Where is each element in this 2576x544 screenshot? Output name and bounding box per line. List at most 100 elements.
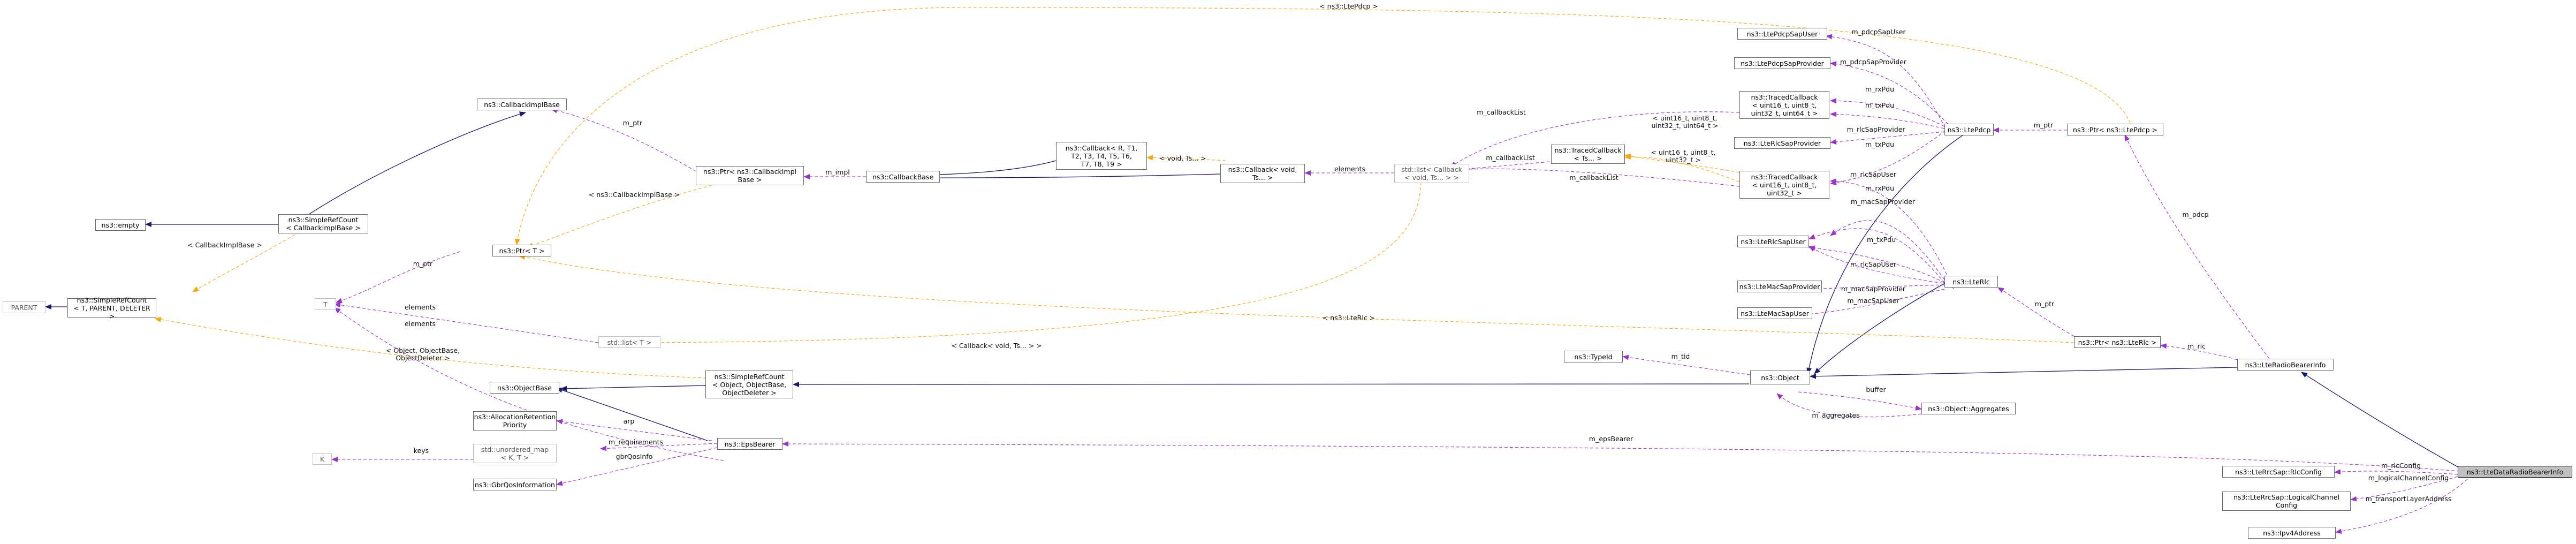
label-m-macsapprovider-1: m_macSapProvider <box>1850 198 1916 206</box>
node-simplerefcount-callbackimplbase[interactable]: ns3::SimpleRefCount < CallbackImplBase > <box>278 214 368 233</box>
collaboration-diagram: ns3::empty PARENT ns3::SimpleRefCount < … <box>0 0 2576 544</box>
label-m-rlcsapprovider: m_rlcSapProvider <box>1846 125 1905 133</box>
node-tracedcallback-ts[interactable]: ns3::TracedCallback < Ts... > <box>1551 145 1625 164</box>
label-callback-void-ts: < Callback< void, Ts... > > <box>951 342 1042 350</box>
node-simplerefcount-t-parent-deleter[interactable]: ns3::SimpleRefCount < T, PARENT, DELETER… <box>67 296 156 320</box>
node-ptr-callbackimplbase[interactable]: ns3::Ptr< ns3::CallbackImpl Base > <box>696 166 804 185</box>
edge-inherit-object-rbi <box>1810 367 2238 379</box>
label-m-pdcpsapprovider: m_pdcpSapProvider <box>1840 58 1907 66</box>
node-callbackimplbase[interactable]: ns3::CallbackImplBase <box>477 99 567 110</box>
node-object-aggregates[interactable]: ns3::Object::Aggregates <box>1921 403 2016 414</box>
node-k[interactable]: K <box>313 453 332 465</box>
node-callback-void-ts[interactable]: ns3::Callback< void, Ts... > <box>1220 164 1305 183</box>
node-ltemacsapuser[interactable]: ns3::LteMacSapUser <box>1737 307 1812 319</box>
label-elements-3: elements <box>404 320 436 328</box>
node-object[interactable]: ns3::Object <box>1750 371 1810 384</box>
label-m-ptr-2: m_ptr <box>413 260 433 268</box>
node-callbackbase[interactable]: ns3::CallbackBase <box>866 171 940 183</box>
label-m-pdcp: m_pdcp <box>2182 210 2209 218</box>
node-simplerefcount-object[interactable]: ns3::SimpleRefCount < Object, ObjectBase… <box>705 371 793 398</box>
edge-use-transport <box>2335 479 2468 534</box>
node-ltemacsapprovider[interactable]: ns3::LteMacSapProvider <box>1737 281 1822 292</box>
node-lterlc[interactable]: ns3::LteRlc <box>1944 276 1998 288</box>
node-ptr-t[interactable]: ns3::Ptr< T > <box>492 245 551 256</box>
label-m-callbacklist-1: m_callbackList <box>1477 108 1526 116</box>
edge-tpl-ptr-rlc <box>519 254 2075 343</box>
node-epsbearer[interactable]: ns3::EpsBearer <box>717 438 782 450</box>
label-m-requirements: m_requirements <box>608 438 664 446</box>
label-ltepdcp-template: < ns3::LtePdcp > <box>1319 2 1378 10</box>
edge-tpl-cblist <box>604 182 1422 345</box>
edge-use-buffer <box>1798 391 1922 411</box>
edge-use-ptr-rlc <box>1997 287 2075 337</box>
node-ltepdcp[interactable]: ns3::LtePdcp <box>1944 124 1994 135</box>
label-m-ptr-pdcp: m_ptr <box>2033 121 2054 129</box>
label-elements-2: elements <box>404 303 436 311</box>
label-m-aggregates: m_aggregates <box>1812 411 1860 419</box>
node-ltepdcpsapuser[interactable]: ns3::LtePdcpSapUser <box>1737 28 1827 40</box>
label-gbrqosinfo: gbrQosInfo <box>615 452 653 460</box>
label-m-txpdu-1: m_txPdu <box>1865 101 1895 109</box>
node-ipv4address[interactable]: ns3::Ipv4Address <box>2248 527 2336 539</box>
label-keys: keys <box>413 447 429 455</box>
edge-inherit-objectbase-eps <box>556 387 708 441</box>
label-u32-template: < uint16_t, uint8_t, uint32_t > <box>1651 148 1716 164</box>
edge-layer <box>45 7 2468 534</box>
label-callbackimplbase: < CallbackImplBase > <box>187 241 262 249</box>
node-typeid[interactable]: ns3::TypeId <box>1564 351 1623 362</box>
label-m-macsapprovider-2: m_macSapProvider <box>1841 285 1906 293</box>
node-lterrcsap-rlcconfig[interactable]: ns3::LteRrcSap::RlcConfig <box>2222 466 2335 478</box>
label-buffer: buffer <box>1866 386 1886 394</box>
edge-inherit-rbi-drbi <box>2301 372 2458 467</box>
node-ns3-empty[interactable]: ns3::empty <box>95 219 146 231</box>
label-ns3-callbackimplbase: < ns3::CallbackImplBase > <box>588 191 680 199</box>
edge-inherit-objectbase-src <box>560 385 706 391</box>
label-lterlc-template: < ns3::LteRlc > <box>1322 314 1376 322</box>
node-lterrcsap-logicalchannelconfig[interactable]: ns3::LteRrcSap::LogicalChannel Config <box>2222 492 2351 511</box>
edge-use-mptr-t <box>336 251 461 304</box>
node-ltepdcpsapprovider[interactable]: ns3::LtePdcpSapProvider <box>1734 57 1830 69</box>
edge-use-pdcpsapuser <box>1826 34 1943 124</box>
node-ptr-lterlc[interactable]: ns3::Ptr< ns3::LteRlc > <box>2074 336 2161 348</box>
edge-use-elements-list <box>334 302 599 343</box>
label-elements-1: elements <box>1334 165 1366 173</box>
label-m-rxpdu-1: m_rxPdu <box>1865 85 1895 93</box>
label-void-ts: < void, Ts... > <box>1159 154 1206 162</box>
node-lterlcsapprovider[interactable]: ns3::LteRlcSapProvider <box>1734 137 1830 149</box>
node-allocationretentionpriority[interactable]: ns3::AllocationRetention Priority <box>473 411 557 430</box>
label-m-rxpdu-2: m_rxPdu <box>1865 184 1895 192</box>
label-m-pdcpsapuser: m_pdcpSapUser <box>1851 28 1906 36</box>
label-m-rlc: m_rlc <box>2187 342 2206 350</box>
label-m-txpdu-2: m_txPdu <box>1865 140 1895 148</box>
node-tracedcallback-u16-u8-u32[interactable]: ns3::TracedCallback < uint16_t, uint8_t,… <box>1739 171 1829 199</box>
node-lteradiobearerinfo[interactable]: ns3::LteRadioBearerInfo <box>2237 359 2334 371</box>
label-u64-template: < uint16_t, uint8_t, uint32_t, uint64_t … <box>1651 114 1719 130</box>
label-m-txpdu-3: m_txPdu <box>1866 236 1896 244</box>
node-tracedcallback-u64[interactable]: ns3::TracedCallback < uint16_t, uint8_t,… <box>1739 91 1829 119</box>
node-objectbase[interactable]: ns3::ObjectBase <box>490 382 559 394</box>
node-ptr-ltepdcp[interactable]: ns3::Ptr< ns3::LtePdcp > <box>2067 124 2163 135</box>
node-t[interactable]: T <box>315 298 336 310</box>
label-m-transportlayeraddress: m_transportLayerAddress <box>2365 495 2452 503</box>
edge-use-epsbearer <box>782 441 2460 472</box>
label-m-tid: m_tid <box>1671 352 1690 360</box>
node-stdlist-t[interactable]: std::list< T > <box>598 336 660 348</box>
edge-inherit-object-pdcp <box>1806 130 1971 374</box>
label-m-rlcsapuser-1: m_rlcSapUser <box>1850 170 1896 178</box>
label-m-epsbearer: m_epsBearer <box>1589 435 1633 443</box>
label-m-logicalchannelconfig: m_logicalChannelConfig <box>2368 474 2449 482</box>
label-arp: arp <box>623 417 635 425</box>
node-parent[interactable]: PARENT <box>3 301 45 313</box>
label-m-rlcconfig: m_rlcConfig <box>2381 462 2421 470</box>
node-unordered-map[interactable]: std::unordered_map < K, T > <box>473 444 557 463</box>
label-m-callbacklist-2: m_callbackList <box>1486 154 1535 162</box>
edge-inherit-cbibase <box>302 111 526 219</box>
node-callback-r-t1-t9[interactable]: ns3::Callback< R, T1, T2, T3, T4, T5, T6… <box>1056 142 1147 170</box>
label-m-impl: m_impl <box>825 168 850 176</box>
node-lterlcsapuser[interactable]: ns3::LteRlcSapUser <box>1737 236 1809 247</box>
node-ltedataradiobearerinfo[interactable]: ns3::LteDataRadioBearerInfo <box>2458 466 2572 478</box>
node-gbrqosinformation[interactable]: ns3::GbrQosInformation <box>473 479 557 490</box>
node-stdlist-callback[interactable]: std::list< Callback < void, Ts... > > <box>1394 164 1469 183</box>
label-m-ptr-rlc: m_ptr <box>2034 300 2055 308</box>
edge-use-mpdcp <box>2124 134 2270 359</box>
